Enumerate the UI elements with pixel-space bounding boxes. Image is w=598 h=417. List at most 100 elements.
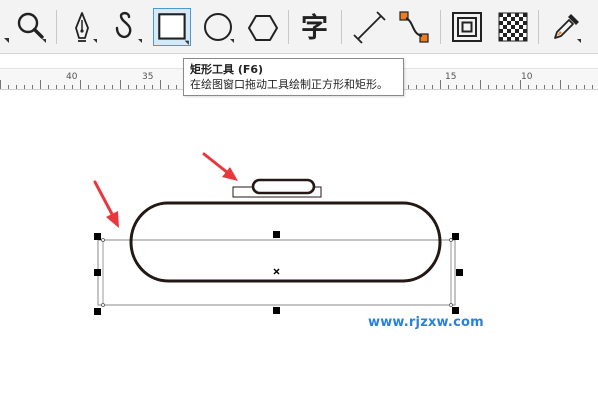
ruler-tick bbox=[176, 85, 177, 89]
selection-handle[interactable] bbox=[273, 307, 280, 314]
ruler-tick bbox=[576, 85, 577, 89]
ruler-tick bbox=[96, 85, 97, 89]
magnifier-icon bbox=[17, 12, 46, 43]
corner-node bbox=[449, 238, 453, 242]
ruler-tick bbox=[592, 85, 593, 89]
ruler-tick bbox=[560, 80, 561, 89]
curve-tool-button[interactable] bbox=[108, 8, 146, 46]
ruler-tick bbox=[144, 85, 145, 89]
ruler-tick bbox=[88, 85, 89, 89]
rounded-body-shape[interactable] bbox=[129, 201, 442, 283]
ruler-label: 35 bbox=[142, 72, 154, 82]
hook-curve-icon bbox=[115, 11, 142, 43]
checkerboard-icon bbox=[498, 12, 528, 42]
ruler-tick bbox=[32, 85, 33, 89]
ruler-tick bbox=[440, 80, 441, 89]
ruler-tick bbox=[424, 85, 425, 89]
corner-node bbox=[449, 303, 453, 307]
ruler-tick bbox=[496, 85, 497, 89]
ruler-tick bbox=[0, 80, 1, 89]
ruler-label: 15 bbox=[445, 72, 457, 82]
toolbar-separator bbox=[56, 10, 57, 44]
svg-text:字: 字 bbox=[301, 12, 328, 44]
ruler-tick bbox=[24, 85, 25, 89]
ruler-tick bbox=[8, 85, 9, 89]
ruler-tick bbox=[160, 80, 161, 89]
eyedropper-tool-button[interactable] bbox=[547, 8, 585, 46]
ruler-tick bbox=[568, 85, 569, 89]
ruler-tick bbox=[552, 85, 553, 89]
tooltip-description: 在绘图窗口拖动工具绘制正方形和矩形。 bbox=[190, 78, 388, 91]
rectangle-tool-tooltip: 矩形工具 (F6) 在绘图窗口拖动工具绘制正方形和矩形。 bbox=[183, 58, 404, 96]
ruler-tick bbox=[504, 85, 505, 89]
toolbar-separator bbox=[341, 10, 342, 44]
ruler-tick bbox=[408, 85, 409, 89]
ruler-tick bbox=[488, 85, 489, 89]
ruler-tick bbox=[120, 80, 121, 89]
ruler-tick bbox=[448, 85, 449, 89]
ruler-tick bbox=[432, 85, 433, 89]
selection-handle[interactable] bbox=[273, 231, 280, 238]
ruler-tick bbox=[136, 85, 137, 89]
ruler-tick bbox=[152, 85, 153, 89]
ruler-tick bbox=[40, 80, 41, 89]
ellipse-tool-button[interactable] bbox=[199, 8, 237, 46]
ruler-tick bbox=[104, 85, 105, 89]
tooltip-title: 矩形工具 (F6) bbox=[190, 63, 264, 76]
ruler-tick bbox=[48, 85, 49, 89]
text-tool-button[interactable]: 字 bbox=[296, 8, 334, 46]
connector-icon bbox=[399, 11, 429, 43]
contour-tool-button[interactable] bbox=[448, 8, 486, 46]
selected-rectangle[interactable] bbox=[97, 239, 456, 306]
ellipse-icon bbox=[204, 13, 234, 43]
ruler-tick bbox=[72, 85, 73, 89]
annotation-arrow-icon bbox=[93, 180, 119, 228]
selection-handle[interactable] bbox=[94, 269, 101, 276]
drawing-canvas[interactable]: www.rjzxw.com bbox=[0, 90, 598, 417]
ruler-tick bbox=[520, 80, 521, 89]
parallel-dimension-icon bbox=[353, 11, 386, 44]
ruler-label: 40 bbox=[66, 72, 78, 82]
ruler-tick bbox=[480, 80, 481, 89]
center-cross-icon bbox=[273, 268, 280, 275]
handle-capsule-shape[interactable] bbox=[251, 178, 316, 195]
ruler-tick bbox=[472, 85, 473, 89]
hexagon-icon bbox=[248, 15, 278, 41]
selection-handle[interactable] bbox=[94, 233, 101, 240]
annotation-arrow-icon bbox=[202, 152, 238, 181]
contour-icon bbox=[452, 12, 482, 42]
ruler-tick bbox=[168, 85, 169, 89]
rectangle-tool-button[interactable] bbox=[153, 8, 191, 46]
zoom-tool-button[interactable] bbox=[12, 8, 50, 46]
corner-node bbox=[101, 238, 105, 242]
ruler-tick bbox=[112, 85, 113, 89]
connector-tool-button[interactable] bbox=[394, 8, 432, 46]
ruler-tick bbox=[544, 85, 545, 89]
ruler-tick bbox=[536, 85, 537, 89]
polygon-tool-button[interactable] bbox=[244, 8, 282, 46]
pen-tool-button[interactable] bbox=[63, 8, 101, 46]
dimension-tool-button[interactable] bbox=[350, 8, 388, 46]
toolbar-separator bbox=[440, 10, 441, 44]
selection-handle[interactable] bbox=[452, 233, 459, 240]
selection-handle[interactable] bbox=[94, 308, 101, 315]
ruler-tick bbox=[56, 85, 57, 89]
ruler-tick bbox=[128, 85, 129, 89]
toolbar-separator bbox=[538, 10, 539, 44]
selection-handle[interactable] bbox=[452, 307, 459, 314]
selection-handle[interactable] bbox=[456, 269, 463, 276]
drawing-surface bbox=[93, 152, 463, 315]
ruler-tick bbox=[16, 85, 17, 89]
ruler-tick bbox=[512, 85, 513, 89]
toolbox-toolbar: 字 bbox=[0, 0, 598, 54]
ruler-tick bbox=[456, 85, 457, 89]
eyedropper-icon bbox=[554, 14, 581, 43]
corner-node bbox=[101, 303, 105, 307]
ruler-tick bbox=[464, 85, 465, 89]
pen-nib-icon bbox=[75, 12, 97, 43]
ruler-tick bbox=[416, 85, 417, 89]
ruler-tick bbox=[528, 85, 529, 89]
transparency-tool-button[interactable] bbox=[494, 8, 532, 46]
watermark-text: www.rjzxw.com bbox=[368, 315, 484, 330]
toolbar-separator bbox=[288, 10, 289, 44]
